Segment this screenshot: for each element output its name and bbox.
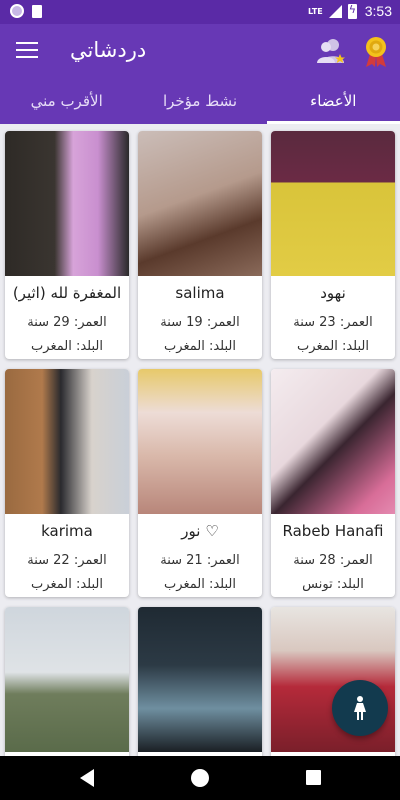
app-title: دردشاتي	[70, 38, 147, 62]
members-grid: نهود العمر: 23 سنة البلد: المغرب salima …	[0, 124, 400, 756]
back-icon[interactable]	[80, 769, 94, 787]
member-photo	[138, 131, 262, 276]
tab-nearest[interactable]: الأقرب مني	[0, 80, 133, 124]
home-icon[interactable]	[191, 769, 209, 787]
member-photo	[271, 369, 395, 514]
member-age: العمر: 19 سنة	[160, 315, 240, 330]
member-country: البلد: تونس	[302, 577, 364, 592]
member-photo	[138, 607, 262, 752]
member-card[interactable]	[271, 607, 395, 756]
member-age: العمر: 29 سنة	[27, 315, 107, 330]
tab-bar: الأعضاء نشط مؤخرا الأقرب مني	[0, 80, 400, 124]
status-bar: LTE 3:53	[0, 0, 400, 24]
system-nav-bar	[0, 756, 400, 800]
member-card[interactable]	[138, 607, 262, 756]
member-card[interactable]	[5, 607, 129, 756]
member-age: العمر: 28 سنة	[293, 553, 373, 568]
member-photo	[138, 369, 262, 514]
member-name: نهود	[320, 284, 346, 302]
status-time: 3:53	[364, 3, 392, 19]
member-country: البلد: المغرب	[164, 577, 236, 592]
member-country: البلد: المغرب	[297, 339, 369, 354]
menu-icon[interactable]	[16, 42, 38, 60]
member-card[interactable]: المغفرة لله (اثير) العمر: 29 سنة البلد: …	[5, 131, 129, 359]
member-card[interactable]: نهود العمر: 23 سنة البلد: المغرب	[271, 131, 395, 359]
users-star-icon[interactable]	[316, 36, 346, 66]
notification-circle-icon	[10, 4, 24, 18]
sd-card-icon	[32, 4, 42, 18]
app-bar: دردشاتي	[0, 24, 400, 80]
member-name: karima	[41, 522, 93, 540]
signal-icon	[328, 4, 342, 18]
person-icon	[354, 696, 366, 720]
member-country: البلد: المغرب	[31, 577, 103, 592]
recent-apps-icon[interactable]	[306, 770, 321, 785]
member-age: العمر: 22 سنة	[27, 553, 107, 568]
member-photo	[5, 131, 129, 276]
battery-charging-icon	[347, 3, 357, 19]
member-card[interactable]: karima العمر: 22 سنة البلد: المغرب	[5, 369, 129, 597]
medal-icon[interactable]	[364, 36, 388, 68]
member-photo	[271, 131, 395, 276]
member-photo	[5, 607, 129, 752]
member-age: العمر: 23 سنة	[293, 315, 373, 330]
member-age: العمر: 21 سنة	[160, 553, 240, 568]
member-name: Rabeb Hanafi	[282, 522, 384, 540]
member-country: البلد: المغرب	[164, 339, 236, 354]
tab-recently-active[interactable]: نشط مؤخرا	[133, 80, 266, 124]
status-notifications	[10, 4, 42, 18]
tab-members[interactable]: الأعضاء	[266, 80, 400, 124]
member-name: نور ♡	[181, 522, 219, 540]
status-indicators: LTE 3:53	[308, 3, 392, 20]
network-type: LTE	[308, 6, 323, 16]
member-name: salima	[175, 284, 225, 302]
member-card[interactable]: Rabeb Hanafi العمر: 28 سنة البلد: تونس	[271, 369, 395, 597]
member-card[interactable]: salima العمر: 19 سنة البلد: المغرب	[138, 131, 262, 359]
member-name: المغفرة لله (اثير)	[12, 284, 122, 302]
filter-fab-button[interactable]	[332, 680, 388, 736]
member-photo	[5, 369, 129, 514]
member-card[interactable]: نور ♡ العمر: 21 سنة البلد: المغرب	[138, 369, 262, 597]
member-country: البلد: المغرب	[31, 339, 103, 354]
